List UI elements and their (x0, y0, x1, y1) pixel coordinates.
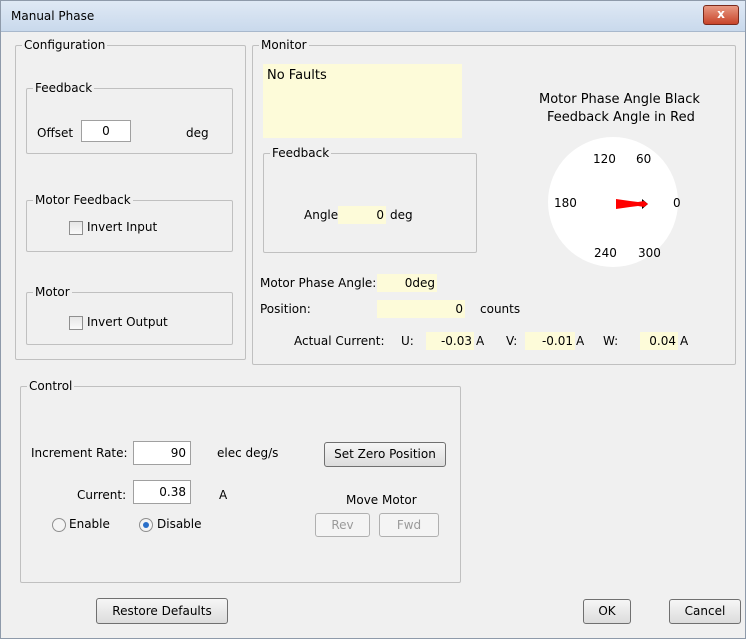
w-unit: A (680, 334, 689, 348)
monitor-feedback-group: Feedback Angle 0 deg (263, 146, 477, 253)
motor-phase-angle-value: 0deg (377, 274, 437, 292)
u-unit: A (476, 334, 485, 348)
invert-input-label[interactable]: Invert Input (87, 220, 157, 234)
position-unit: counts (480, 302, 521, 316)
current-label: Current: (77, 488, 127, 502)
dial-caption-line2: Feedback Angle in Red (547, 110, 695, 125)
configuration-group: Configuration Feedback Offset 0 deg Moto… (15, 38, 246, 360)
current-input[interactable]: 0.38 (133, 480, 191, 504)
v-value: -0.01 (525, 332, 575, 350)
v-unit: A (576, 334, 585, 348)
fwd-button[interactable]: Fwd (379, 513, 439, 537)
control-group: Control Increment Rate: 90 elec deg/s Se… (20, 379, 461, 583)
control-title: Control (27, 379, 75, 393)
v-label: V: (506, 334, 518, 348)
w-value: 0.04 (640, 332, 678, 350)
offset-unit: deg (186, 126, 209, 140)
configuration-title: Configuration (22, 38, 108, 52)
increment-rate-label: Increment Rate: (31, 446, 128, 460)
increment-rate-input[interactable]: 90 (133, 441, 191, 465)
disable-radio[interactable] (139, 518, 153, 532)
u-value: -0.03 (426, 332, 474, 350)
config-feedback-title: Feedback (33, 81, 95, 95)
dial-caption-line1: Motor Phase Angle Black (539, 92, 700, 107)
restore-defaults-button[interactable]: Restore Defaults (96, 598, 228, 624)
fault-status-text: No Faults (267, 68, 327, 83)
offset-label: Offset (37, 126, 74, 140)
fault-status-panel: No Faults (263, 64, 462, 138)
config-feedback-group: Feedback Offset 0 deg (26, 81, 233, 154)
close-button[interactable]: x (703, 5, 739, 25)
motor-feedback-group: Motor Feedback Invert Input (26, 193, 233, 252)
rev-button[interactable]: Rev (315, 513, 370, 537)
close-icon: x (717, 7, 725, 21)
dial-needles (616, 199, 648, 209)
set-zero-position-button[interactable]: Set Zero Position (324, 442, 446, 467)
current-unit: A (219, 488, 228, 502)
motor-feedback-title: Motor Feedback (33, 193, 133, 207)
cancel-button[interactable]: Cancel (669, 599, 741, 624)
invert-output-checkbox[interactable] (69, 316, 83, 330)
disable-label[interactable]: Disable (157, 517, 202, 531)
offset-input[interactable]: 0 (81, 120, 131, 142)
monitor-feedback-title: Feedback (270, 146, 332, 160)
motor-title: Motor (33, 285, 72, 299)
position-value: 0 (377, 300, 465, 318)
position-label: Position: (260, 302, 311, 316)
monitor-title: Monitor (259, 38, 309, 52)
actual-current-label: Actual Current: (294, 334, 385, 348)
motor-group: Motor Invert Output (26, 285, 233, 345)
move-motor-label: Move Motor (346, 493, 417, 507)
invert-input-checkbox[interactable] (69, 221, 83, 235)
invert-output-label[interactable]: Invert Output (87, 315, 168, 329)
monitor-group: Monitor No Faults Feedback Angle 0 deg M… (252, 38, 736, 365)
u-label: U: (401, 334, 414, 348)
window-title: Manual Phase (11, 9, 95, 23)
angle-unit: deg (390, 208, 413, 222)
angle-label: Angle (304, 208, 339, 222)
increment-rate-unit: elec deg/s (217, 446, 279, 460)
motor-phase-angle-label: Motor Phase Angle: (260, 276, 377, 290)
title-bar: Manual Phase x (1, 1, 745, 32)
manual-phase-dialog: Manual Phase x Configuration Feedback Of… (0, 0, 746, 639)
w-label: W: (603, 334, 619, 348)
phase-angle-dial: 120 60 180 0 240 300 (548, 137, 681, 267)
ok-button[interactable]: OK (583, 599, 631, 624)
enable-radio[interactable] (52, 518, 66, 532)
angle-value: 0 (338, 206, 386, 224)
enable-label[interactable]: Enable (69, 517, 110, 531)
